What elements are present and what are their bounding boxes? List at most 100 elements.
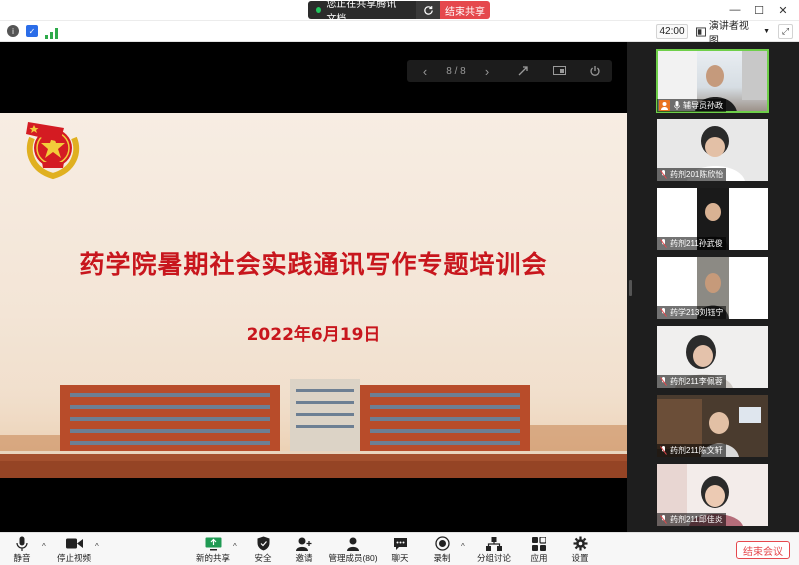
chat-bubble-icon: [393, 537, 407, 550]
chevron-right-icon: ›: [484, 63, 490, 79]
meeting-timer: 42:00: [656, 24, 688, 39]
new-share-button[interactable]: 新的共享: [196, 536, 230, 564]
security-label: 安全: [254, 553, 272, 563]
security-button[interactable]: 安全: [252, 536, 274, 564]
participant-name-tag: 药学213刘钰宁: [657, 306, 727, 319]
shield-icon[interactable]: ✓: [26, 25, 38, 37]
title-bar: 您正在共享腾讯文档 结束共享 — ☐ ✕: [0, 0, 799, 21]
breakout-rooms-label: 分组讨论: [477, 553, 512, 563]
presentation-toolbar: ‹ 8 / 8 ›: [407, 60, 612, 82]
mic-muted-icon: [659, 446, 668, 455]
video-tile[interactable]: 药剂201陈欣怡: [657, 119, 768, 181]
panel-resize-handle[interactable]: [629, 280, 632, 296]
presentation-slide: 药学院暑期社会实践通讯写作专题培训会 2022年6月19日: [0, 113, 627, 478]
slide-date: 2022年6月19日: [246, 325, 381, 345]
mic-muted-icon: [659, 515, 668, 524]
participant-name-tag: 药剂211陈文轩: [657, 444, 726, 457]
share-status-text: 您正在共享腾讯文档: [326, 1, 397, 19]
screen-icon: [552, 65, 566, 75]
exit-presentation-button[interactable]: [577, 60, 612, 82]
sharing-banner: 您正在共享腾讯文档 结束共享: [308, 1, 490, 19]
record-button[interactable]: 录制: [431, 536, 453, 564]
stop-video-label: 停止视频: [56, 553, 91, 563]
next-slide-button[interactable]: ›: [469, 60, 505, 82]
manage-members-button[interactable]: 管理成员(80): [328, 536, 378, 564]
youth-league-emblem: [26, 122, 80, 180]
screen-button[interactable]: [541, 60, 577, 82]
participant-name: 药剂211陈文轩: [670, 446, 723, 455]
participant-name-tag: 药剂211邱佳炎: [657, 513, 726, 526]
mic-muted-icon: [659, 377, 668, 386]
screen-share-icon: [205, 537, 221, 550]
chevron-up-icon[interactable]: ^: [461, 542, 465, 551]
chevron-up-icon[interactable]: ^: [95, 542, 99, 551]
switch-share-button[interactable]: [416, 1, 440, 19]
fullscreen-button[interactable]: ⤢: [778, 24, 793, 39]
refresh-icon: [423, 5, 433, 15]
settings-label: 设置: [571, 553, 589, 563]
close-icon: ✕: [778, 4, 788, 17]
power-icon: [589, 66, 600, 76]
video-tile[interactable]: 药学213刘钰宁: [657, 257, 768, 319]
participant-name: 药剂211邱佳炎: [670, 515, 723, 524]
video-tile[interactable]: 药剂211陈文轩: [657, 395, 768, 457]
participant-name-tag: 辅导员孙政: [657, 99, 726, 112]
apps-button[interactable]: 应用: [528, 536, 550, 564]
gear-icon: [573, 536, 587, 551]
mic-muted-icon: [659, 308, 668, 317]
mute-button[interactable]: 静音: [10, 536, 34, 564]
participant-name: 药剂211孙武俊: [670, 239, 723, 248]
breakout-icon: [486, 536, 502, 551]
page-indicator: 8 / 8: [446, 65, 466, 77]
apps-label: 应用: [530, 553, 548, 563]
mic-muted-icon: [659, 170, 668, 179]
meeting-toolbar: 静音 ^ 停止视频 ^ 新的共享 ^ 安全 邀请 管理成员(80) 聊天 录制 …: [0, 532, 799, 565]
campus-building-image: [0, 365, 627, 478]
add-user-icon: [296, 537, 312, 551]
maximize-icon: ☐: [754, 4, 764, 17]
participant-name: 药学213刘钰宁: [670, 308, 724, 317]
users-icon: [347, 537, 359, 551]
participant-name: 药剂201陈欣怡: [670, 170, 724, 179]
share-status: 您正在共享腾讯文档: [308, 1, 416, 19]
video-camera-icon: [65, 538, 83, 549]
new-share-label: 新的共享: [196, 553, 231, 563]
participant-name-tag: 药剂211李佩蓉: [657, 375, 726, 388]
stop-share-button[interactable]: 结束共享: [440, 1, 490, 19]
meeting-window: 您正在共享腾讯文档 结束共享 — ☐ ✕ i ✓ 42:00 演讲者视图 ▼ ⤢: [0, 0, 799, 565]
chevron-left-icon: ‹: [422, 63, 428, 79]
mute-label: 静音: [13, 553, 31, 563]
invite-button[interactable]: 邀请: [293, 536, 315, 564]
chevron-down-icon: ▼: [763, 28, 770, 35]
participant-name-tag: 药剂211孙武俊: [657, 237, 726, 250]
record-icon: [434, 536, 450, 551]
laser-pointer-button[interactable]: [505, 60, 541, 82]
person-icon: [659, 100, 670, 111]
prev-slide-button[interactable]: ‹: [407, 60, 443, 82]
video-tile[interactable]: 辅导员孙政: [656, 49, 769, 113]
info-bar: i ✓ 42:00 演讲者视图 ▼ ⤢: [0, 21, 799, 47]
stop-share-label: 结束共享: [445, 6, 485, 18]
minimize-icon: —: [729, 4, 741, 16]
mic-icon: [672, 101, 681, 110]
video-tile[interactable]: 药剂211邱佳炎: [657, 464, 768, 526]
close-button[interactable]: ✕: [773, 2, 793, 18]
breakout-rooms-button[interactable]: 分组讨论: [477, 536, 511, 564]
video-tile[interactable]: 药剂211孙武俊: [657, 188, 768, 250]
slide-title: 药学院暑期社会实践通讯写作专题培训会: [79, 250, 548, 279]
view-mode-dropdown[interactable]: 演讲者视图 ▼: [696, 21, 770, 47]
apps-grid-icon: [532, 536, 546, 551]
info-icon[interactable]: i: [7, 25, 19, 37]
chat-button[interactable]: 聊天: [389, 536, 411, 564]
chevron-up-icon[interactable]: ^: [42, 542, 46, 551]
video-tile[interactable]: 药剂211李佩蓉: [657, 326, 768, 388]
shield-icon: [257, 536, 269, 551]
settings-button[interactable]: 设置: [569, 536, 591, 564]
stop-video-button[interactable]: 停止视频: [56, 536, 92, 564]
chevron-up-icon[interactable]: ^: [233, 542, 237, 551]
expand-icon: ⤢: [781, 26, 790, 36]
manage-members-label: 管理成员(80): [328, 553, 378, 563]
signal-icon[interactable]: [45, 26, 58, 39]
layout-icon: [696, 26, 706, 37]
end-meeting-button[interactable]: 结束会议: [736, 541, 790, 559]
